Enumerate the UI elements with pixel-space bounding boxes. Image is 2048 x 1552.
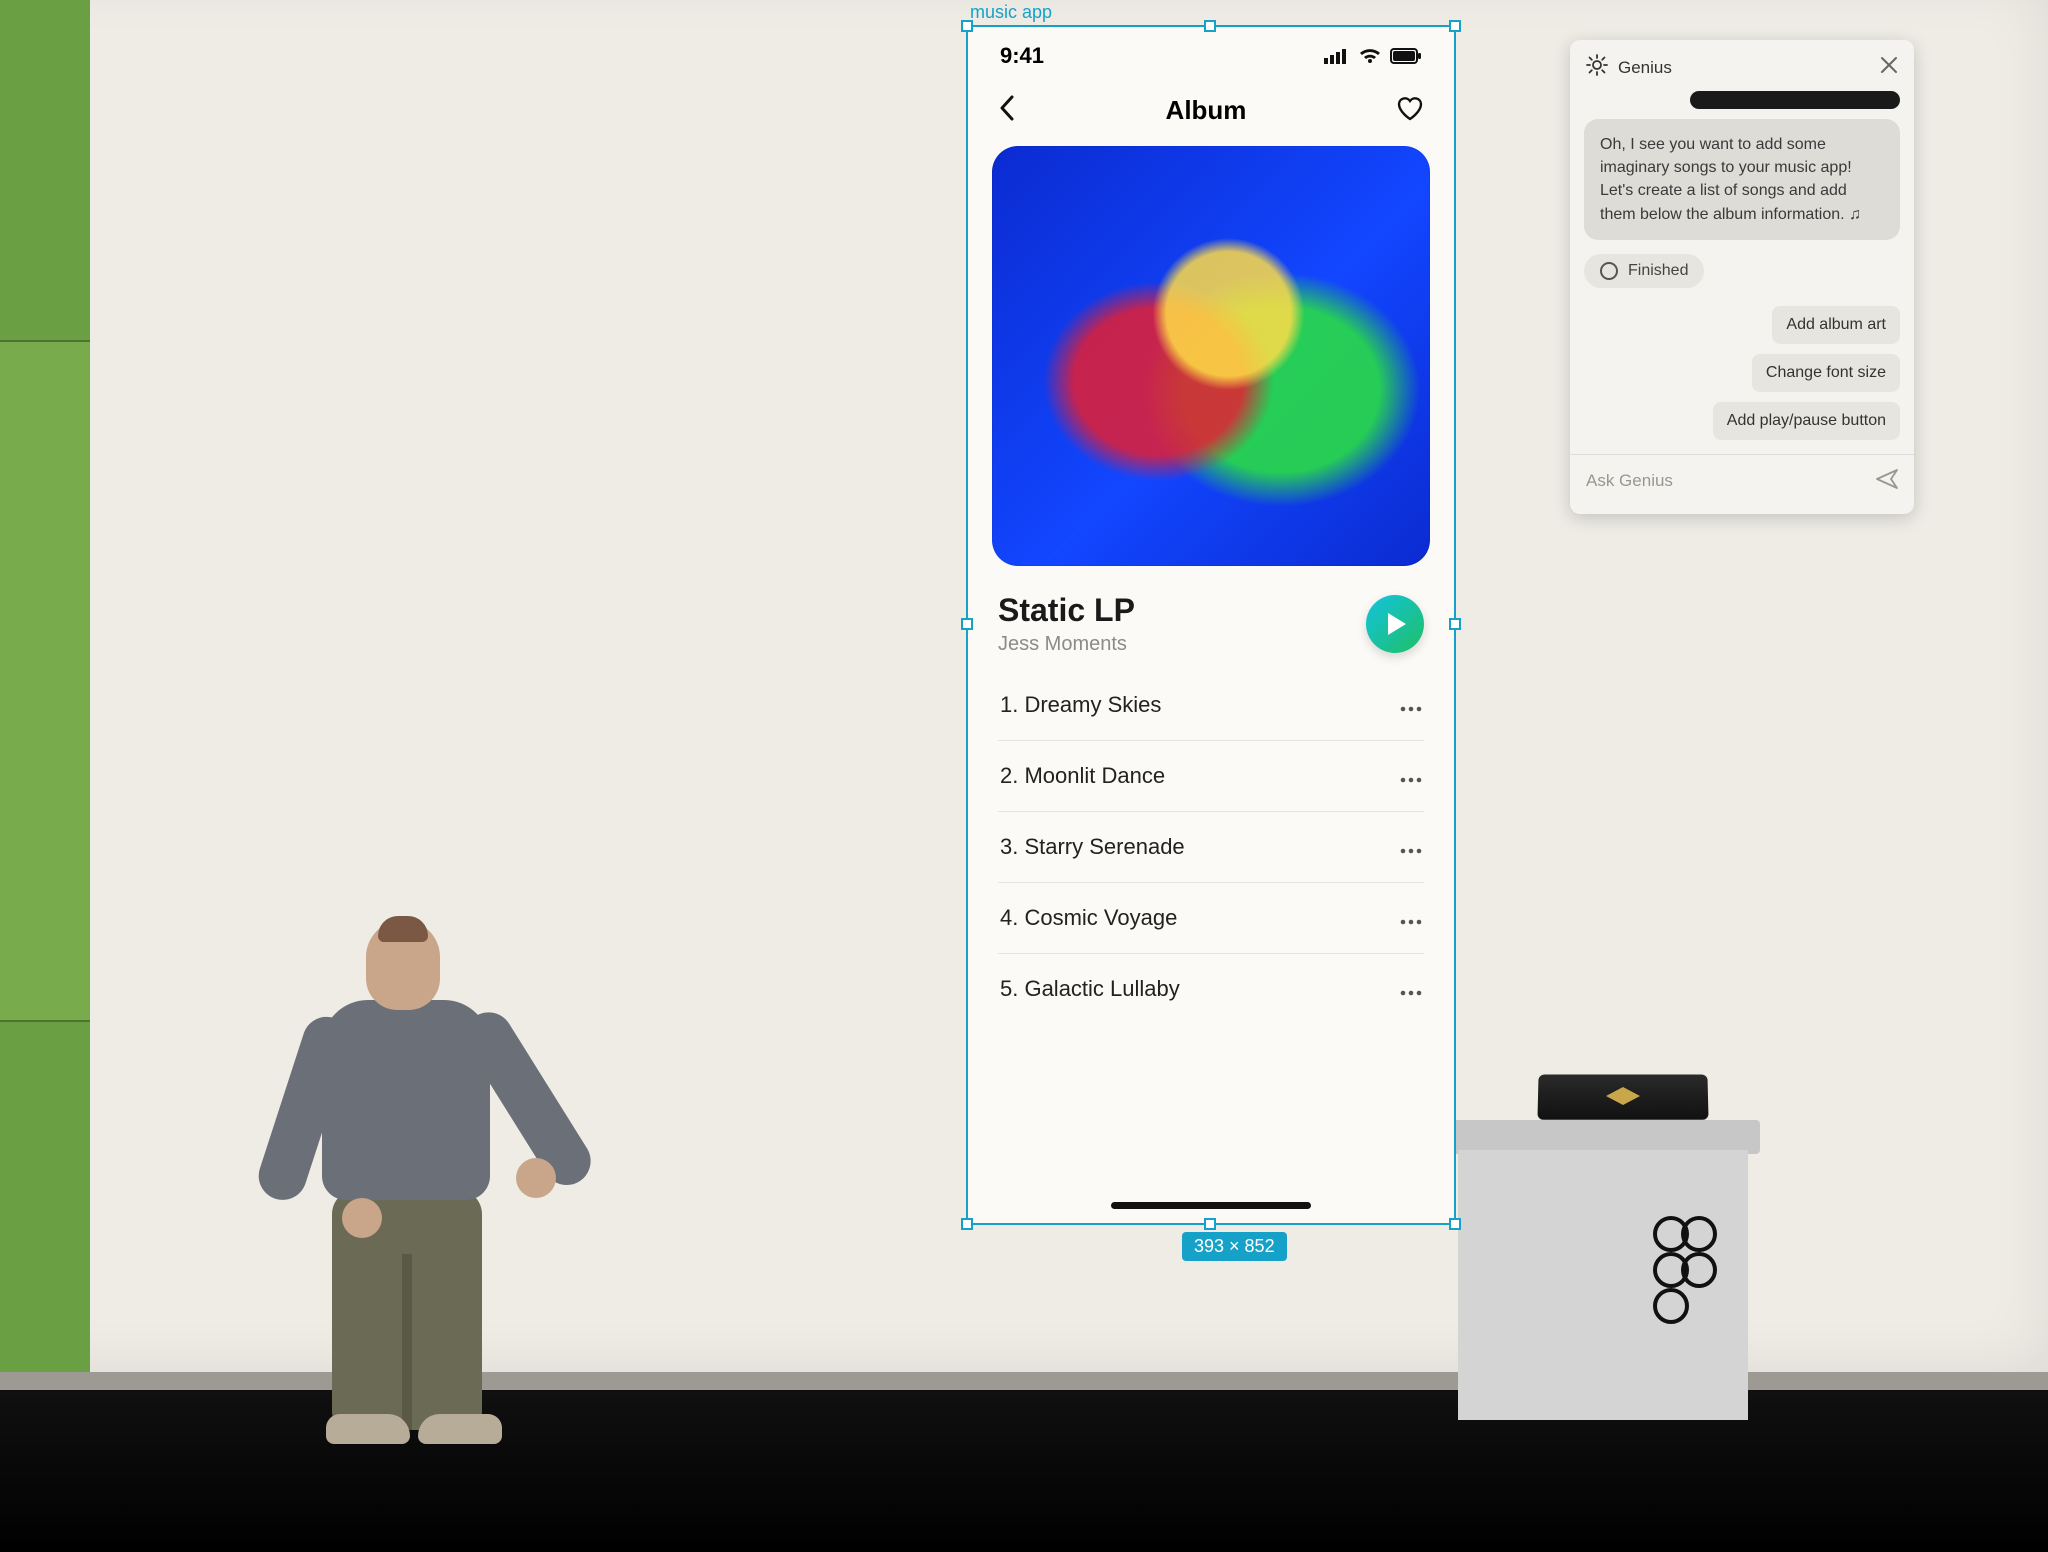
status-bar: 9:41: [968, 27, 1454, 77]
more-icon[interactable]: [1400, 905, 1422, 931]
track-row[interactable]: 4. Cosmic Voyage: [998, 883, 1424, 954]
figma-logo-icon: [1648, 1216, 1722, 1326]
suggestion-button[interactable]: Add play/pause button: [1713, 402, 1900, 440]
genius-title: Genius: [1618, 58, 1672, 78]
frame-label[interactable]: music app: [970, 2, 1052, 23]
genius-message: Oh, I see you want to add some imaginary…: [1584, 119, 1900, 240]
suggestion-button[interactable]: Change font size: [1752, 354, 1900, 392]
genius-input[interactable]: Ask Genius: [1586, 471, 1673, 491]
track-label: 5. Galactic Lullaby: [1000, 976, 1180, 1002]
track-label: 2. Moonlit Dance: [1000, 763, 1165, 789]
favorite-button[interactable]: [1396, 95, 1424, 126]
presenter-person: [280, 920, 540, 1440]
genius-panel: Genius Oh, I see you want to add some im…: [1570, 40, 1914, 514]
track-row[interactable]: 2. Moonlit Dance: [998, 741, 1424, 812]
track-label: 3. Starry Serenade: [1000, 834, 1185, 860]
stage-left-accent: [0, 0, 90, 1390]
track-row[interactable]: 3. Starry Serenade: [998, 812, 1424, 883]
suggestion-button[interactable]: Add album art: [1772, 306, 1900, 344]
cellular-icon: [1324, 48, 1350, 64]
genius-icon: [1586, 54, 1608, 81]
laptop: [1538, 1074, 1708, 1124]
track-row[interactable]: 5. Galactic Lullaby: [998, 954, 1424, 1024]
artist-name: Jess Moments: [998, 633, 1135, 656]
status-time: 9:41: [1000, 43, 1044, 69]
track-label: 1. Dreamy Skies: [1000, 692, 1161, 718]
page-title: Album: [1166, 95, 1247, 126]
track-list: 1. Dreamy Skies 2. Moonlit Dance 3. Star…: [968, 666, 1454, 1024]
more-icon[interactable]: [1400, 692, 1422, 718]
more-icon[interactable]: [1400, 834, 1422, 860]
music-app-artboard[interactable]: 9:41 Album: [966, 25, 1456, 1225]
podium: [1458, 1120, 1748, 1420]
album-art: [992, 146, 1430, 566]
wifi-icon: [1358, 48, 1382, 64]
genius-status-text: Finished: [1628, 262, 1688, 280]
genius-prev-bubble: [1690, 91, 1900, 109]
laptop-emblem-icon: [1600, 1084, 1646, 1108]
play-button[interactable]: [1366, 595, 1424, 653]
send-icon[interactable]: [1876, 469, 1898, 494]
genius-status-chip: Finished: [1584, 254, 1704, 288]
frame-dimensions-badge: 393 × 852: [1182, 1232, 1287, 1261]
battery-icon: [1390, 48, 1422, 64]
album-title: Static LP: [998, 592, 1135, 629]
status-ring-icon: [1600, 262, 1618, 280]
stage-photo: music app 393 × 852 9:41: [0, 0, 2048, 1552]
track-row[interactable]: 1. Dreamy Skies: [998, 670, 1424, 741]
back-button[interactable]: [998, 95, 1016, 126]
more-icon[interactable]: [1400, 976, 1422, 1002]
more-icon[interactable]: [1400, 763, 1422, 789]
home-indicator[interactable]: [1111, 1202, 1311, 1209]
close-button[interactable]: [1880, 56, 1898, 79]
track-label: 4. Cosmic Voyage: [1000, 905, 1177, 931]
